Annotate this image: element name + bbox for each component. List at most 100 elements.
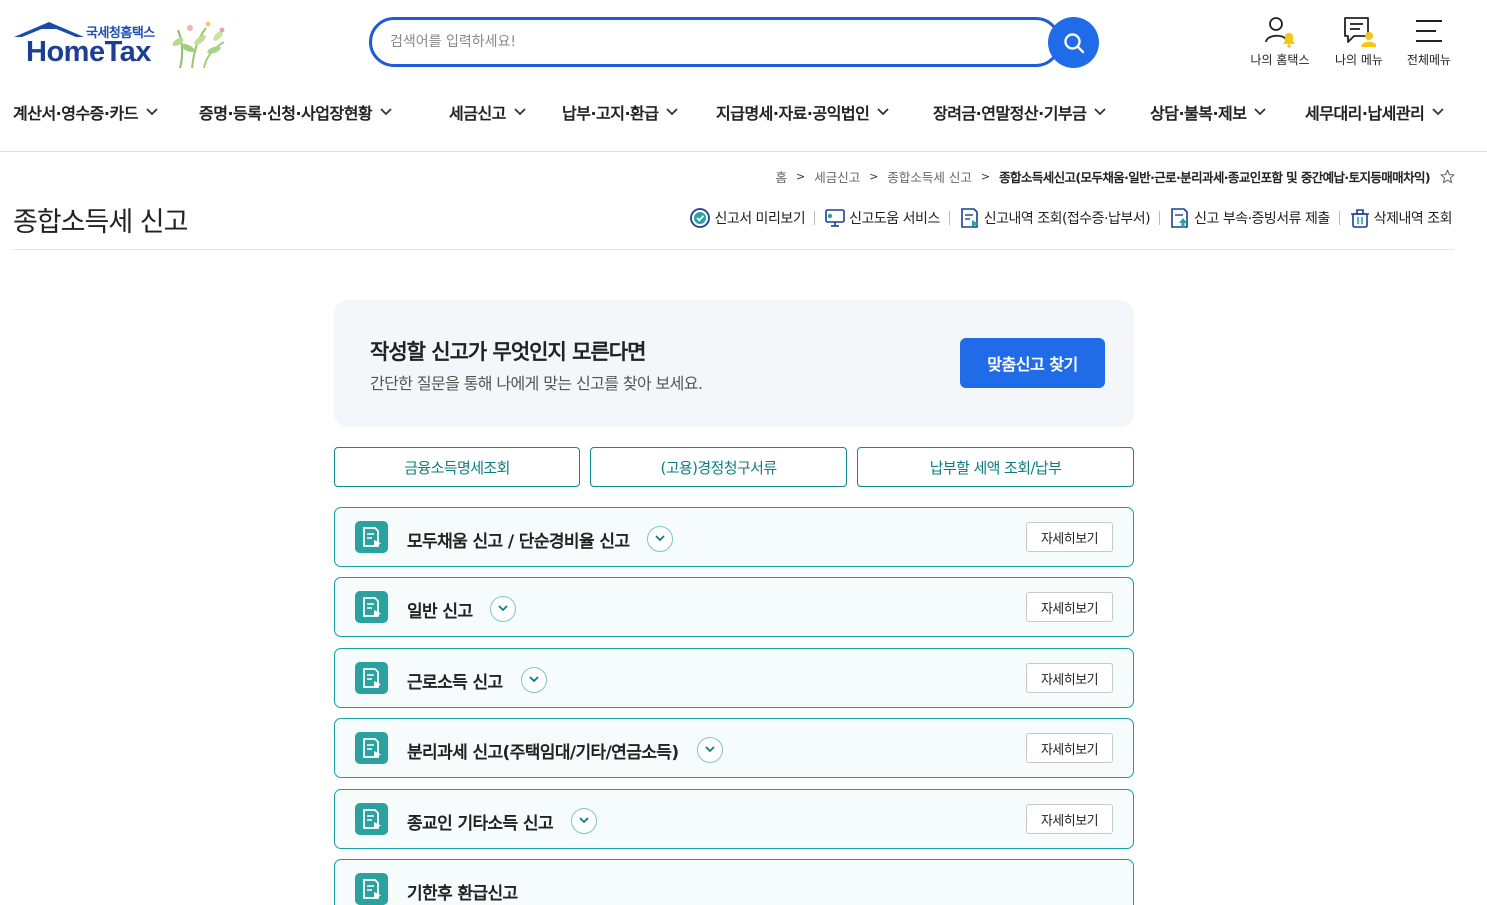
details-button[interactable]: 자세히보기	[1026, 733, 1113, 763]
my-hometax-icon	[1265, 17, 1295, 48]
filing-history-label: 신고내역 조회(접수증·납부서)	[983, 211, 1151, 227]
logo-wordmark: HomeTax	[26, 36, 151, 68]
all-menu-button[interactable]: 전체메뉴	[1389, 14, 1469, 68]
gnb-item-receipts[interactable]: 계산서·영수증·카드	[13, 100, 158, 124]
details-button[interactable]: 자세히보기	[1026, 804, 1113, 834]
attachment-submit-label: 신고 부속·증빙서류 제출	[1194, 211, 1330, 227]
gnb-item-payment[interactable]: 납부·고지·환급	[562, 100, 679, 124]
accordion-item-separate-taxation[interactable]: 분리과세 신고(주택임대/기타/연금소득) 자세히보기	[334, 718, 1134, 778]
chevron-down-icon	[514, 108, 526, 116]
expand-toggle[interactable]	[696, 736, 723, 763]
chevron-down-icon	[655, 535, 666, 542]
accordion-title: 종교인 기타소득 신고	[407, 807, 597, 834]
filing-history-button[interactable]: 신고내역 조회(접수증·납부서)	[959, 207, 1151, 229]
my-menu-button[interactable]: 나의 메뉴	[1319, 14, 1399, 68]
chevron-down-icon	[666, 108, 679, 116]
accordion-title-text: 근로소득 신고	[407, 673, 503, 693]
gnb-item-incentives[interactable]: 장려금·연말정산·기부금	[933, 100, 1106, 124]
details-button[interactable]: 자세히보기	[1026, 592, 1113, 622]
gnb-item-certificates[interactable]: 증명·등록·신청·사업장현황	[199, 100, 392, 124]
details-button[interactable]: 자세히보기	[1026, 663, 1113, 693]
accordion-title: 근로소득 신고	[407, 666, 547, 693]
favorite-star-icon[interactable]	[1440, 169, 1455, 184]
accordion-title-text: 기한후 환급신고	[407, 884, 518, 904]
action-divider	[1338, 211, 1340, 225]
document-edit-icon	[355, 662, 388, 694]
details-button[interactable]: 자세히보기	[1026, 522, 1113, 552]
search-button[interactable]	[1048, 17, 1099, 68]
expand-toggle[interactable]	[647, 525, 674, 552]
monitor-help-icon	[825, 209, 845, 227]
expand-toggle[interactable]	[490, 595, 517, 622]
search-box	[369, 17, 1061, 67]
gnb-label: 세금신고	[449, 104, 506, 123]
page-title: 종합소득세 신고	[13, 207, 188, 238]
accordion-item-religious[interactable]: 종교인 기타소득 신고 자세히보기	[334, 789, 1134, 849]
action-divider	[814, 211, 816, 225]
document-edit-icon	[355, 521, 388, 553]
document-edit-icon	[355, 732, 388, 764]
document-upload-icon	[1171, 208, 1188, 228]
correction-claim-button[interactable]: (고용)경정청구서류	[590, 447, 847, 487]
accordion-item-general[interactable]: 일반 신고 자세히보기	[334, 577, 1134, 637]
tax-payment-lookup-button[interactable]: 납부할 세액 조회/납부	[857, 447, 1134, 487]
deleted-history-button[interactable]: 삭제내역 조회	[1349, 207, 1453, 229]
document-edit-icon	[355, 803, 388, 835]
gnb-item-consulting[interactable]: 상담·불복·제보	[1150, 100, 1267, 124]
preview-button[interactable]: 신고서 미리보기	[689, 207, 806, 229]
hamburger-icon	[1416, 20, 1442, 42]
accordion-title-text: 종교인 기타소득 신고	[407, 814, 554, 834]
gnb-item-tax-agent[interactable]: 세무대리·납세관리	[1305, 100, 1444, 124]
document-edit-icon	[355, 591, 388, 623]
title-divider	[13, 249, 1454, 250]
gnb-item-tax-filing[interactable]: 세금신고	[449, 100, 526, 124]
financial-income-lookup-button[interactable]: 금융소득명세조회	[334, 447, 580, 487]
help-service-button[interactable]: 신고도움 서비스	[824, 207, 940, 229]
breadcrumb-tax-filing[interactable]: 세금신고	[814, 167, 860, 186]
action-divider	[1159, 211, 1161, 225]
accordion-item-earned-income[interactable]: 근로소득 신고 자세히보기	[334, 648, 1134, 708]
gnb-item-payment-statements[interactable]: 지급명세·자료·공익법인	[716, 100, 889, 124]
my-hometax-button[interactable]: 나의 홈택스	[1240, 14, 1320, 68]
gnb-label: 세무대리·납세관리	[1305, 104, 1425, 123]
preview-label: 신고서 미리보기	[714, 211, 806, 227]
chevron-down-icon	[380, 108, 392, 116]
gnb-label: 상담·불복·제보	[1150, 104, 1247, 123]
gnb-label: 증명·등록·신청·사업장현황	[199, 104, 373, 123]
guide-description: 간단한 질문을 통해 나에게 맞는 신고를 찾아 보세요.	[370, 374, 703, 393]
accordion-title-text: 모두채움 신고 / 단순경비율 신고	[407, 532, 630, 552]
accordion-title-text: 일반 신고	[407, 602, 473, 622]
chevron-down-icon	[498, 605, 509, 612]
breadcrumb-separator: >	[869, 170, 879, 183]
chevron-down-icon	[146, 108, 158, 116]
accordion-title: 모두채움 신고 / 단순경비율 신고	[407, 525, 674, 552]
gnb-label: 계산서·영수증·카드	[13, 104, 138, 123]
all-menu-label: 전체메뉴	[1406, 53, 1452, 67]
find-custom-filing-button[interactable]: 맞춤신고 찾기	[960, 338, 1105, 388]
search-input[interactable]	[390, 30, 1030, 54]
global-nav: 계산서·영수증·카드 증명·등록·신청·사업장현황 세금신고 납부·고지·환급 …	[0, 88, 1487, 152]
gnb-label: 납부·고지·환급	[562, 104, 659, 123]
help-service-label: 신고도움 서비스	[849, 211, 940, 227]
guide-title: 작성할 신고가 무엇인지 모른다면	[370, 340, 646, 364]
expand-toggle[interactable]	[520, 666, 547, 693]
my-hometax-label: 나의 홈택스	[1250, 53, 1310, 67]
accordion-item-prefilled[interactable]: 모두채움 신고 / 단순경비율 신고 자세히보기	[334, 507, 1134, 567]
hometax-logo[interactable]: 국세청홈택스 HomeTax	[14, 18, 234, 72]
expand-toggle[interactable]	[571, 807, 597, 834]
preview-check-icon	[690, 208, 711, 228]
attachment-submit-button[interactable]: 신고 부속·증빙서류 제출	[1169, 207, 1330, 229]
breadcrumb-separator: >	[980, 170, 991, 183]
breadcrumb-income-tax[interactable]: 종합소득세 신고	[887, 167, 971, 186]
chevron-down-icon	[1254, 108, 1267, 116]
accordion-title-text: 분리과세 신고(주택임대/기타/연금소득)	[407, 743, 679, 763]
chevron-down-icon	[528, 676, 539, 683]
breadcrumb-current: 종합소득세신고(모두채움·일반·근로·분리과세·종교인포함 및 중간예납·토지등…	[999, 170, 1430, 185]
chevron-down-icon	[1432, 108, 1444, 116]
my-menu-icon	[1344, 17, 1376, 47]
gnb-label: 장려금·연말정산·기부금	[933, 104, 1087, 123]
breadcrumb-home[interactable]: 홈	[775, 167, 787, 186]
my-menu-label: 나의 메뉴	[1335, 53, 1383, 67]
trash-icon	[1350, 209, 1369, 228]
accordion-item-late-refund[interactable]: 기한후 환급신고	[334, 859, 1134, 905]
